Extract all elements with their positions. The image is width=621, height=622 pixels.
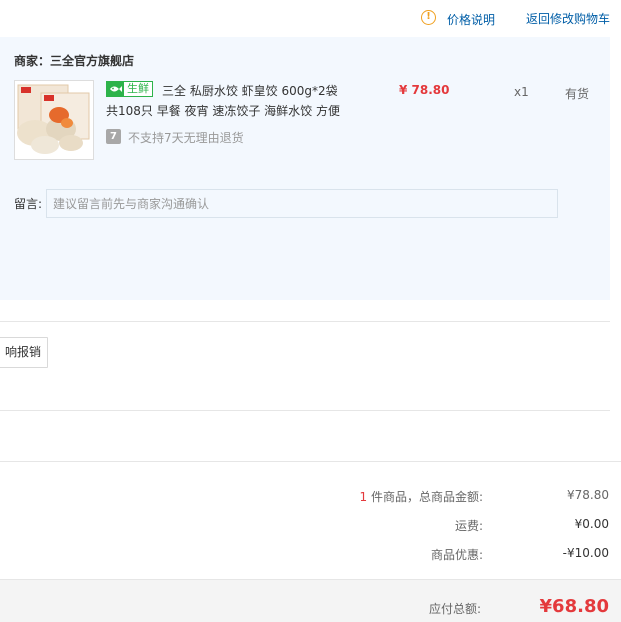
- return-policy-text: 不支持7天无理由退货: [128, 131, 244, 145]
- product-name-line1[interactable]: 三全 私厨水饺 虾皇饺 600g*2袋: [162, 82, 338, 99]
- shop-label: 商家：: [14, 54, 51, 68]
- payable-bar: [0, 579, 621, 622]
- shipping-label: 运费:: [454, 519, 483, 533]
- goods-total-value: ¥78.80: [567, 488, 609, 502]
- discount-label: 商品优惠:: [430, 548, 483, 562]
- goods-total-label: 件商品，总商品金额:: [367, 490, 483, 504]
- shipping-value: ¥0.00: [574, 517, 609, 531]
- goods-count-label: 1 件商品，总商品金额:: [360, 488, 484, 505]
- divider: [0, 321, 610, 322]
- price-help-link[interactable]: 价格说明: [447, 11, 495, 28]
- invoice-button[interactable]: 响报销: [0, 337, 48, 368]
- order-block: [0, 37, 610, 300]
- divider: [0, 410, 610, 411]
- no-return-icon: 7: [106, 129, 121, 144]
- product-name-line2[interactable]: 共108只 早餐 夜宵 速冻饺子 海鲜水饺 方便: [106, 102, 340, 119]
- remark-label: 留言:: [14, 197, 43, 211]
- fresh-tag-label: 生鲜: [127, 82, 149, 95]
- divider: [0, 461, 621, 462]
- fish-icon: [107, 82, 124, 96]
- remark-input[interactable]: [46, 189, 558, 218]
- payable-label: 应付总额:: [428, 602, 481, 616]
- payable-value: ¥68.80: [539, 596, 609, 617]
- product-image: [15, 81, 93, 159]
- shop-name-value: 三全官方旗舰店: [50, 54, 135, 68]
- product-thumbnail[interactable]: [14, 80, 94, 160]
- goods-count: 1: [359, 490, 368, 504]
- discount-value: -¥10.00: [562, 546, 609, 560]
- back-to-cart-link[interactable]: 返回修改购物车: [526, 10, 610, 27]
- product-quantity: x1: [514, 85, 529, 99]
- info-circle-icon: !: [421, 10, 436, 25]
- shop-name: 商家：三全官方旗舰店: [14, 52, 134, 69]
- stock-status: 有货: [565, 87, 590, 101]
- fresh-tag: 生鲜: [106, 81, 153, 97]
- product-price: ¥ 78.80: [399, 83, 450, 97]
